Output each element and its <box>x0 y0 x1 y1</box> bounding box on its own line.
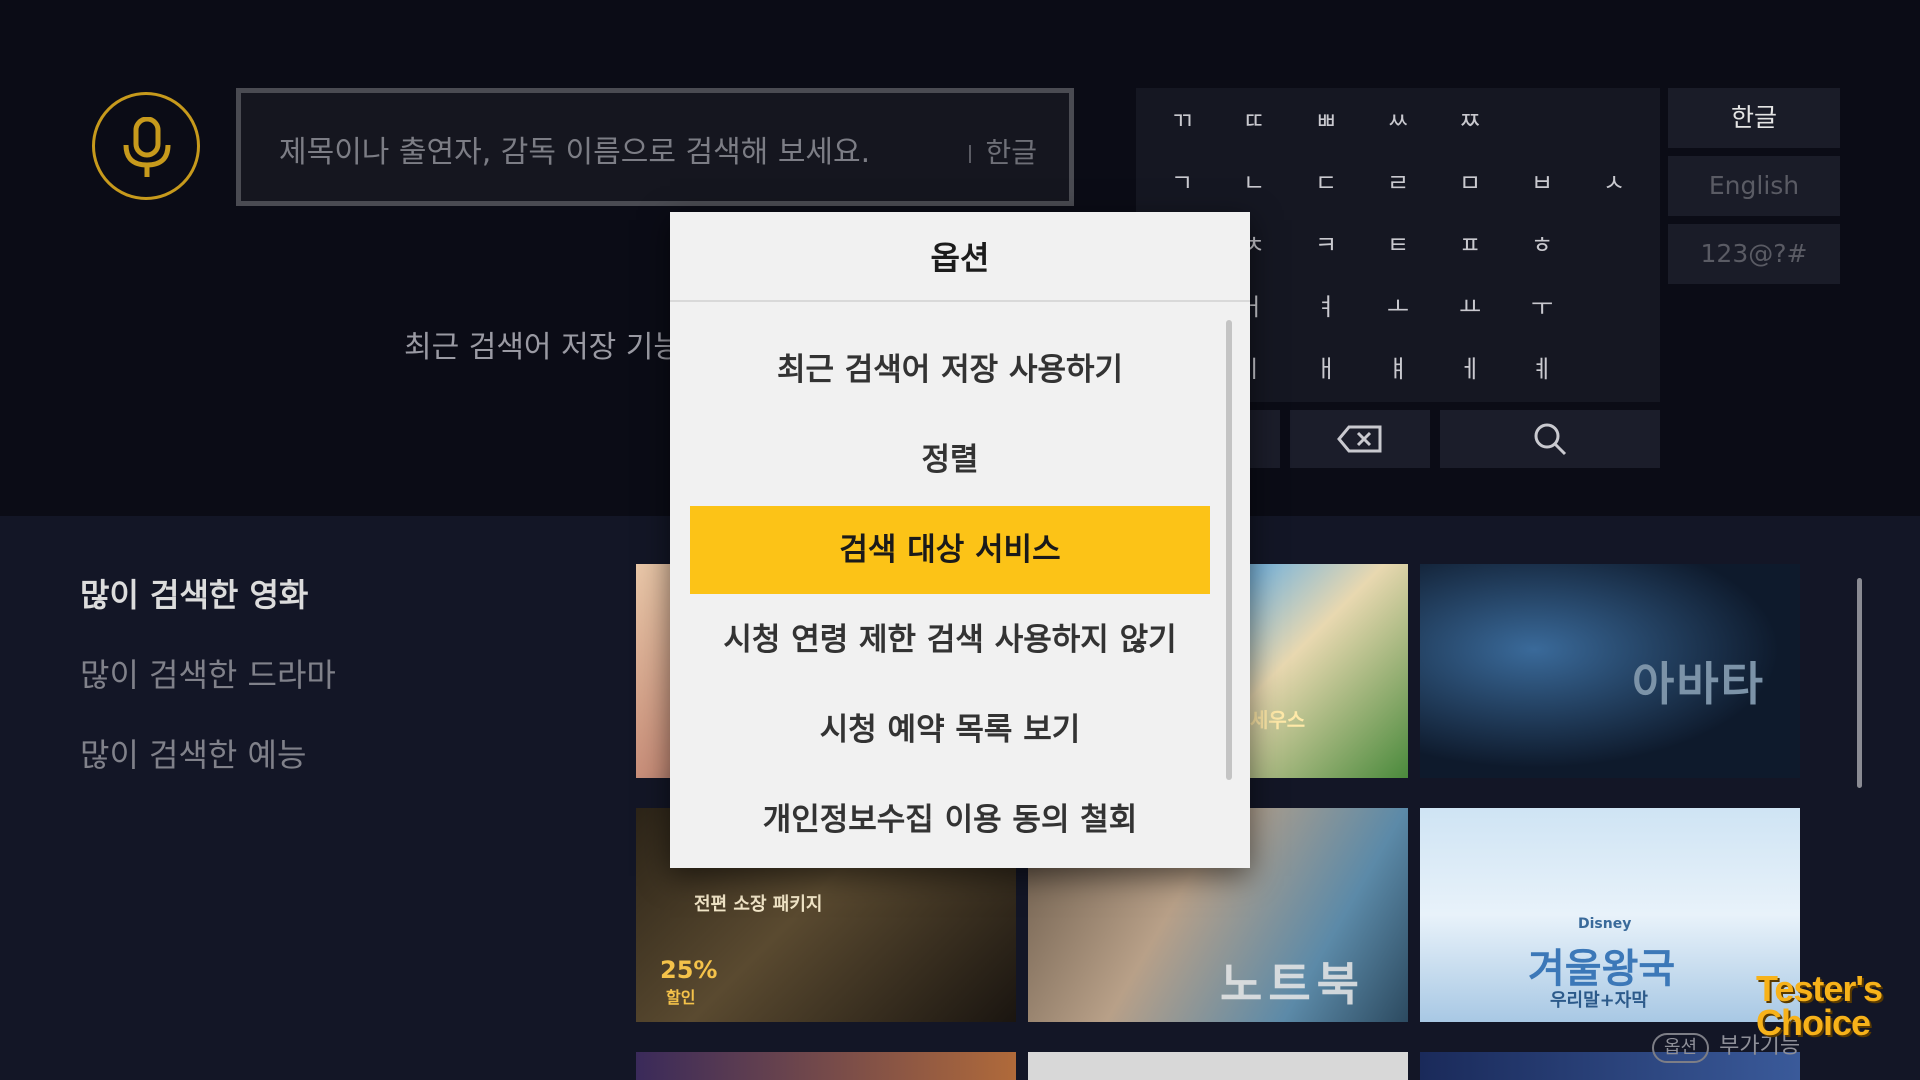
key[interactable]: ㅒ <box>1368 344 1428 394</box>
key[interactable]: ㅖ <box>1512 344 1572 394</box>
lang-symbols-button[interactable]: 123@?# <box>1668 224 1840 284</box>
key[interactable]: ㅉ <box>1440 96 1500 146</box>
voice-search-button[interactable] <box>92 92 200 200</box>
backspace-icon <box>1337 425 1382 453</box>
key[interactable]: ㅂ <box>1512 158 1572 208</box>
poster-card[interactable] <box>636 1052 1016 1080</box>
key[interactable]: ㅜ <box>1512 282 1572 332</box>
results-scrollbar[interactable] <box>1857 578 1862 788</box>
recent-search-note: 최근 검색어 저장 기능 <box>404 330 682 365</box>
poster-title: 노트북 <box>1220 957 1365 1011</box>
lang-english-button[interactable]: English <box>1668 156 1840 216</box>
logo-line-1: Tester's <box>1756 968 1883 1009</box>
key[interactable]: ㅎ <box>1512 220 1572 270</box>
poster-subtitle: 우리말+자막 <box>1550 990 1648 1011</box>
option-key-badge: 옵션 <box>1652 1033 1710 1063</box>
category-popular-variety[interactable]: 많이 검색한 예능 <box>80 730 306 776</box>
poster-caption: 전편 소장 패키지 <box>694 894 823 915</box>
search-submit-key[interactable] <box>1440 410 1660 468</box>
option-privacy-consent-withdraw[interactable]: 개인정보수집 이용 동의 철회 <box>690 776 1210 864</box>
poster-title: 아바타 <box>1632 657 1765 711</box>
key[interactable]: ㅗ <box>1368 282 1428 332</box>
discount-badge: 25% <box>660 956 718 984</box>
lang-korean-button[interactable]: 한글 <box>1668 88 1840 148</box>
testers-choice-logo: Tester's Choice <box>1756 968 1883 1043</box>
backspace-key[interactable] <box>1290 410 1430 468</box>
key[interactable]: ㅆ <box>1368 96 1428 146</box>
microphone-icon <box>123 117 171 177</box>
key[interactable]: ㄱ <box>1152 158 1212 208</box>
key[interactable]: ㅛ <box>1440 282 1500 332</box>
key[interactable]: ㄴ <box>1224 158 1284 208</box>
key[interactable]: ㅁ <box>1440 158 1500 208</box>
key[interactable]: ㅔ <box>1440 344 1500 394</box>
input-language-indicator: 한글 <box>969 131 1037 171</box>
key[interactable]: ㄹ <box>1368 158 1428 208</box>
option-sort[interactable]: 정렬 <box>690 416 1210 504</box>
key[interactable]: ㅕ <box>1296 282 1356 332</box>
key[interactable]: ㅍ <box>1440 220 1500 270</box>
option-reserved-list[interactable]: 시청 예약 목록 보기 <box>690 686 1210 774</box>
key[interactable]: ㅅ <box>1584 158 1644 208</box>
poster-frozen[interactable]: Disney 겨울왕국 우리말+자막 <box>1420 808 1800 1022</box>
option-age-restriction-search[interactable]: 시청 연령 제한 검색 사용하지 않기 <box>690 596 1210 684</box>
discount-label: 할인 <box>666 988 696 1007</box>
key[interactable]: ㅋ <box>1296 220 1356 270</box>
logo-line-2: Choice <box>1756 1002 1871 1043</box>
key[interactable]: ㅃ <box>1296 96 1356 146</box>
divider <box>670 300 1250 302</box>
category-popular-movies[interactable]: 많이 검색한 영화 <box>80 570 308 616</box>
key[interactable]: ㅌ <box>1368 220 1428 270</box>
key[interactable]: ㅐ <box>1296 344 1356 394</box>
key[interactable]: ㄸ <box>1224 96 1284 146</box>
poster-text: 세우스 <box>1250 708 1306 732</box>
search-input[interactable]: 제목이나 출연자, 감독 이름으로 검색해 보세요. 한글 <box>236 88 1074 206</box>
search-icon <box>1534 423 1567 456</box>
dialog-title: 옵션 <box>930 239 990 277</box>
poster-card[interactable] <box>1028 1052 1408 1080</box>
option-save-recent-searches[interactable]: 최근 검색어 저장 사용하기 <box>690 326 1210 414</box>
dialog-scrollbar[interactable] <box>1226 320 1232 780</box>
key[interactable]: ㄷ <box>1296 158 1356 208</box>
key[interactable]: ㄲ <box>1152 96 1212 146</box>
option-search-target-service[interactable]: 검색 대상 서비스 <box>690 506 1210 594</box>
search-placeholder: 제목이나 출연자, 감독 이름으로 검색해 보세요. <box>279 135 871 170</box>
poster-avatar[interactable]: 아바타 <box>1420 564 1800 778</box>
options-dialog: 옵션 최근 검색어 저장 사용하기 정렬 검색 대상 서비스 시청 연령 제한 … <box>670 212 1250 868</box>
poster-brand: Disney <box>1578 916 1632 932</box>
category-popular-dramas[interactable]: 많이 검색한 드라마 <box>80 650 336 696</box>
